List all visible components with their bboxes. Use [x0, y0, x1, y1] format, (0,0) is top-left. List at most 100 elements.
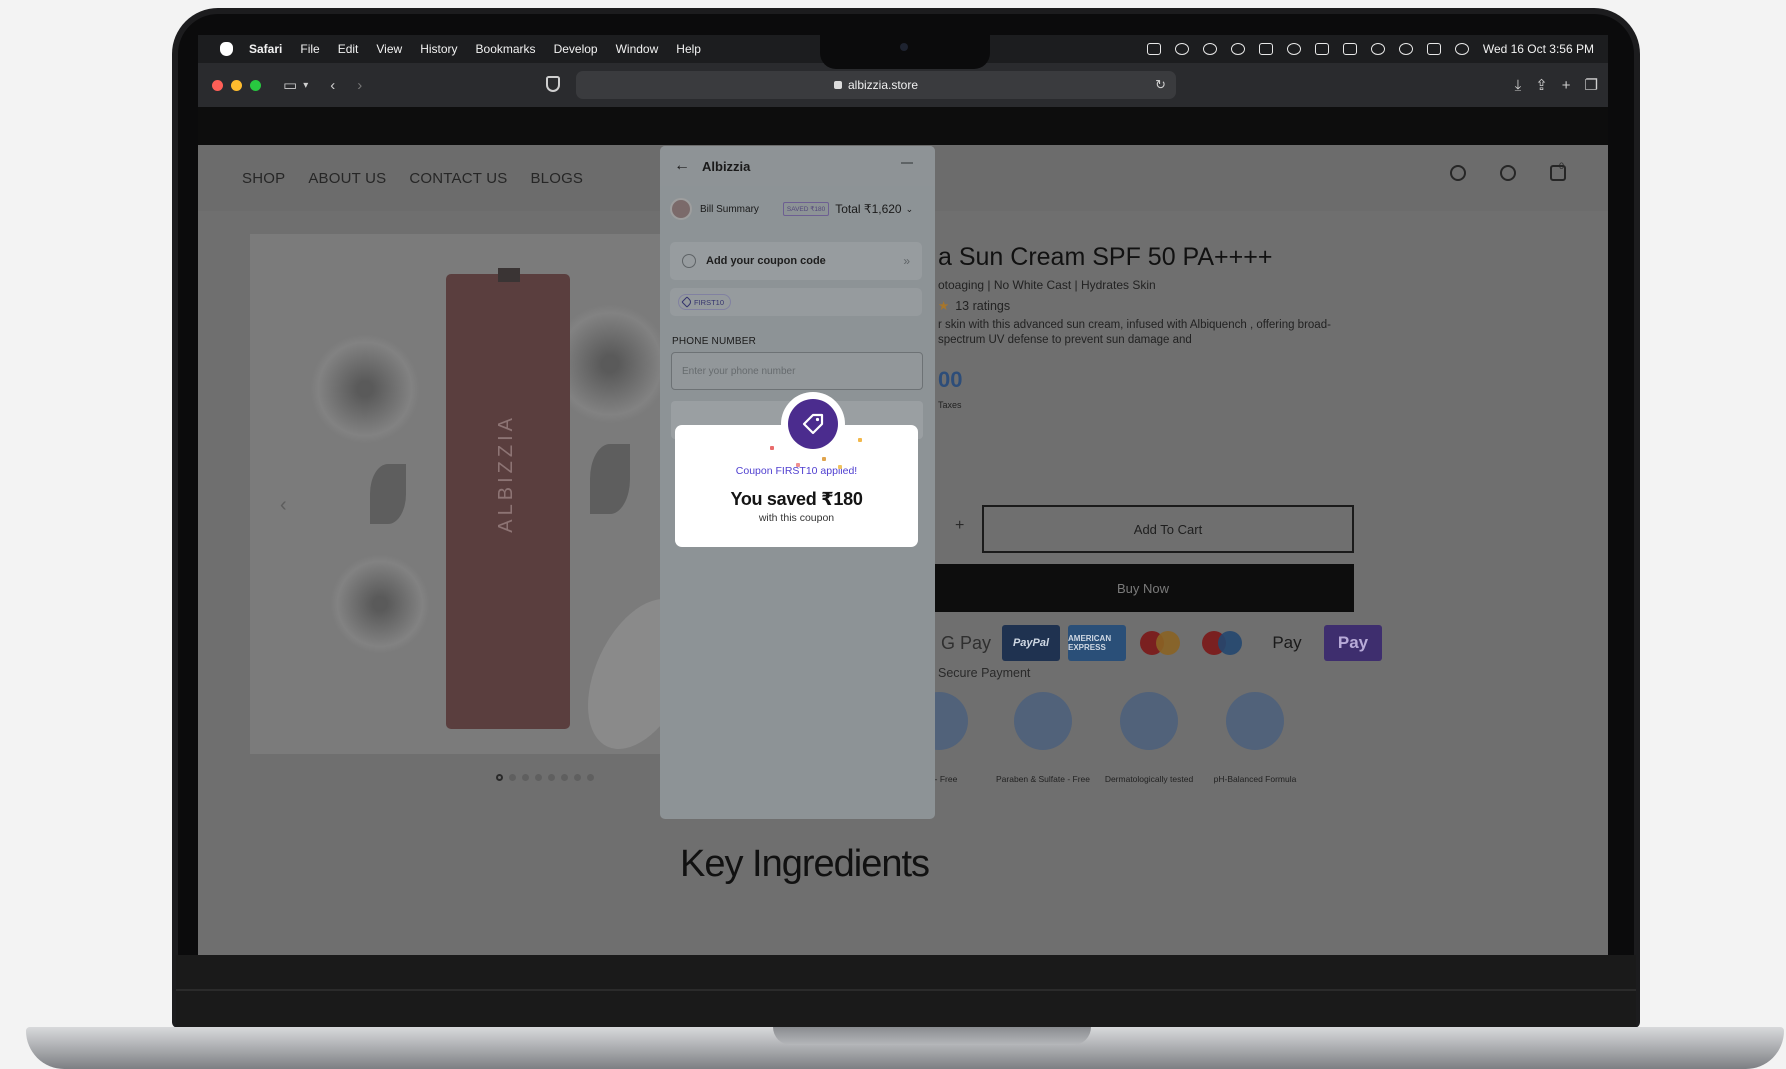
- mastercard-logo: [1134, 625, 1188, 661]
- gallery-dots: [496, 774, 594, 781]
- bezel-bottom: [176, 955, 1636, 1027]
- flower-illustration: [330, 554, 430, 654]
- sidebar-toggle-icon[interactable]: ▭: [283, 76, 297, 94]
- new-tab-icon[interactable]: +: [1562, 77, 1571, 94]
- camera-icon: [900, 43, 908, 51]
- confetti: [858, 438, 862, 442]
- tag-icon: [788, 399, 838, 449]
- chevron-down-icon[interactable]: ⌄: [906, 204, 914, 215]
- menu-file[interactable]: File: [300, 42, 319, 56]
- nav-icons: [1450, 165, 1566, 181]
- nav-shop[interactable]: SHOP: [242, 170, 285, 187]
- base-groove: [773, 1027, 1091, 1045]
- screen: Safari File Edit View History Bookmarks …: [198, 35, 1608, 955]
- menu-window[interactable]: Window: [616, 42, 659, 56]
- menu-app-name[interactable]: Safari: [249, 42, 282, 56]
- spotlight-search-icon[interactable]: [1370, 43, 1385, 55]
- gallery-dot[interactable]: [535, 774, 542, 781]
- apple-logo-icon[interactable]: [220, 42, 233, 56]
- menu-help[interactable]: Help: [676, 42, 701, 56]
- phone-number-input[interactable]: Enter your phone number: [671, 352, 923, 390]
- more-icon[interactable]: [901, 162, 913, 164]
- apple-pay-logo: Pay: [1272, 633, 1302, 652]
- status-icon-1[interactable]: [1146, 43, 1161, 55]
- leaf-illustration: [590, 444, 630, 514]
- payment-methods: G Pay PayPal AMERICAN EXPRESS Pay Pay: [938, 625, 1382, 661]
- product-thumbnail: [670, 198, 692, 220]
- close-window-button[interactable]: [212, 79, 223, 91]
- gallery-dot[interactable]: [496, 774, 503, 781]
- gallery-dot[interactable]: [574, 774, 581, 781]
- address-bar[interactable]: albizzia.store ↻: [576, 71, 1176, 99]
- status-icon-4[interactable]: [1230, 43, 1245, 55]
- star-icon: ★: [938, 299, 950, 313]
- minimize-window-button[interactable]: [231, 79, 242, 91]
- badge-label: pH-Balanced Formula: [1213, 774, 1297, 784]
- toolbar-right-icons: ⤓ ⇪ + ❐: [1515, 63, 1598, 107]
- keyboard-icon[interactable]: [1342, 43, 1357, 55]
- confetti: [770, 446, 774, 450]
- coupon-chip[interactable]: FIRST10: [678, 294, 732, 310]
- reload-icon[interactable]: ↻: [1155, 77, 1166, 93]
- menu-bookmarks[interactable]: Bookmarks: [476, 42, 536, 56]
- badge-label: Paraben & Sulfate - Free: [995, 774, 1091, 784]
- nav-contact-us[interactable]: CONTACT US: [409, 170, 507, 187]
- gallery-prev-icon[interactable]: ‹: [280, 494, 287, 517]
- gallery-dot[interactable]: [548, 774, 555, 781]
- status-icon-3[interactable]: [1202, 43, 1217, 55]
- download-icon[interactable]: ⤓: [1515, 77, 1522, 94]
- chevron-down-icon[interactable]: ▾: [303, 80, 308, 91]
- wifi-icon[interactable]: [1398, 43, 1413, 55]
- lock-icon: [833, 81, 842, 89]
- menu-view[interactable]: View: [376, 42, 402, 56]
- add-coupon-button[interactable]: Add your coupon code »: [670, 242, 922, 280]
- paypal-logo: PayPal: [1002, 625, 1060, 661]
- menu-history[interactable]: History: [420, 42, 457, 56]
- status-icon-2[interactable]: [1174, 43, 1189, 55]
- order-total: Total ₹1,620: [835, 202, 902, 216]
- search-icon[interactable]: [1450, 165, 1466, 181]
- bill-summary-label: Bill Summary: [700, 203, 759, 215]
- gallery-dot[interactable]: [561, 774, 568, 781]
- tab-overview-icon[interactable]: ❐: [1585, 76, 1598, 94]
- key-ingredients-heading: Key Ingredients: [680, 843, 930, 885]
- nav-blogs[interactable]: BLOGS: [530, 170, 583, 187]
- menubar-clock[interactable]: Wed 16 Oct 3:56 PM: [1483, 42, 1594, 56]
- zoom-window-button[interactable]: [250, 79, 261, 91]
- status-icon-5[interactable]: [1258, 43, 1273, 55]
- forward-arrow-icon[interactable]: ›: [357, 77, 362, 94]
- back-arrow-icon[interactable]: ←: [674, 157, 690, 175]
- product-subtitle: otoaging | No White Cast | Hydrates Skin: [938, 278, 1156, 292]
- battery-icon[interactable]: [1314, 43, 1329, 55]
- tube-cap: [498, 268, 520, 282]
- nav-about-us[interactable]: ABOUT US: [308, 170, 386, 187]
- taxes-note: Taxes: [938, 400, 962, 410]
- phone-number-label: PHONE NUMBER: [672, 336, 757, 347]
- menu-edit[interactable]: Edit: [338, 42, 359, 56]
- gallery-dot[interactable]: [509, 774, 516, 781]
- siri-icon[interactable]: [1454, 43, 1469, 55]
- back-arrow-icon[interactable]: ‹: [330, 77, 335, 94]
- tube-brand-text: ALBIZZIA: [495, 414, 517, 533]
- share-icon[interactable]: ⇪: [1535, 76, 1548, 94]
- savings-subtitle: with this coupon: [758, 512, 835, 524]
- announcement-bar: [198, 107, 1608, 145]
- coupon-badge: [781, 392, 845, 456]
- gallery-dot[interactable]: [587, 774, 594, 781]
- safari-toolbar: ▭ ▾ ‹ › albizzia.store ↻ ⤓ ⇪ + ❐: [198, 63, 1608, 107]
- product-ratings[interactable]: ★ 13 ratings: [938, 298, 1010, 313]
- product-price: 00: [938, 367, 963, 392]
- privacy-shield-icon[interactable]: [546, 76, 560, 92]
- account-icon[interactable]: [1500, 165, 1516, 181]
- gallery-dot[interactable]: [522, 774, 529, 781]
- tag-icon: [681, 296, 693, 308]
- buy-now-button[interactable]: Buy Now: [932, 564, 1354, 612]
- secure-payment-label: Secure Payment: [938, 666, 1031, 680]
- savings-amount: You saved ₹180: [730, 489, 863, 509]
- control-center-icon[interactable]: [1426, 43, 1441, 55]
- time-machine-icon[interactable]: [1286, 43, 1301, 55]
- add-to-cart-button[interactable]: Add To Cart: [982, 505, 1354, 553]
- bill-summary[interactable]: Bill Summary SAVED ₹180 Total ₹1,620 ⌄: [670, 194, 925, 224]
- menu-develop[interactable]: Develop: [554, 42, 598, 56]
- quantity-increase-button[interactable]: +: [955, 517, 964, 535]
